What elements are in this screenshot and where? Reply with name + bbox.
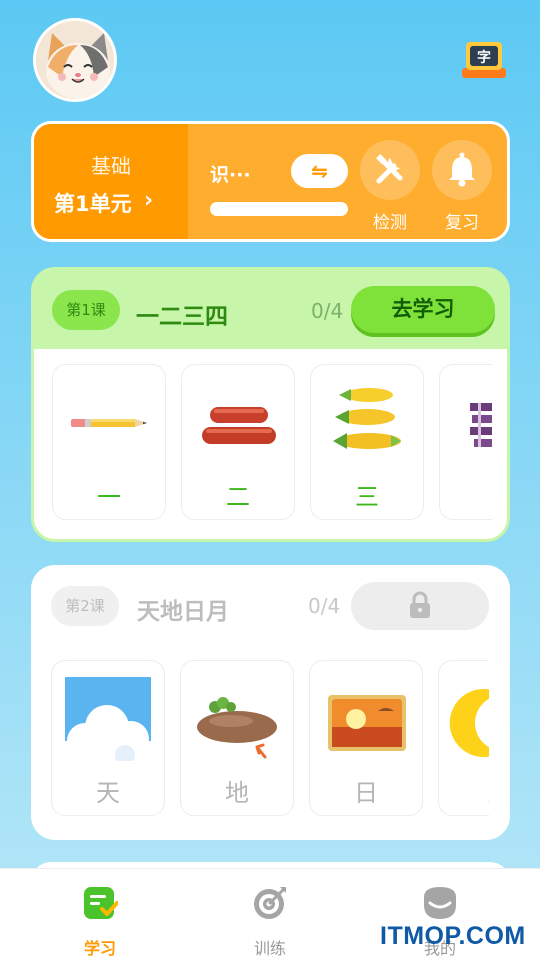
lesson-card-2: 第2课 天地日月 0/4 天 地 日	[31, 565, 510, 840]
tile-char: [	[440, 477, 492, 505]
sky-image	[65, 677, 151, 761]
lesson-badge: 第1课	[52, 290, 120, 330]
unit-level: 基础	[91, 154, 131, 178]
swap-button[interactable]: ⇋	[291, 154, 348, 188]
progress-label: 识···	[210, 164, 251, 186]
dictionary-char: 字	[477, 49, 491, 66]
target-icon	[254, 887, 286, 919]
tile-char: 日	[354, 779, 378, 807]
ground-image	[197, 697, 277, 759]
char-tile[interactable]: 三	[310, 364, 424, 520]
tile-char: 天	[96, 779, 120, 807]
lock-icon	[410, 591, 430, 618]
tab-study[interactable]: 学习	[55, 883, 145, 958]
lesson-title: 天地日月	[137, 599, 229, 625]
avatar[interactable]	[33, 18, 117, 102]
tile-char: 丿	[439, 773, 489, 808]
lesson-count: 0/4	[311, 299, 344, 323]
lesson-title: 一二三四	[136, 304, 228, 330]
tile-char: 二	[226, 483, 250, 511]
lesson-count: 0/4	[308, 594, 341, 618]
bell-icon	[449, 152, 475, 187]
moon-image	[449, 689, 489, 757]
watermark: ITMOP.COM	[380, 922, 526, 950]
tab-training[interactable]: 训练	[225, 883, 315, 958]
dictionary-icon: 字	[462, 42, 506, 78]
lesson-badge: 第2课	[51, 586, 119, 626]
cat-avatar-icon	[36, 21, 114, 99]
tile-char: 三	[355, 483, 379, 511]
sugarcane-image	[470, 403, 492, 447]
study-icon	[84, 887, 118, 919]
corn-image	[333, 388, 401, 449]
test-label: 检测	[373, 213, 407, 233]
lesson-tiles: 一 二 三	[52, 364, 492, 520]
char-tile[interactable]: 天	[51, 660, 165, 816]
sunset-image	[328, 695, 406, 751]
unit-selector[interactable]: 基础 第1单元 ›	[34, 124, 188, 239]
review-label: 复习	[445, 213, 479, 233]
char-tile[interactable]: 日	[309, 660, 423, 816]
profile-icon	[424, 887, 456, 919]
char-tile[interactable]: [	[439, 364, 492, 520]
char-tile[interactable]: 丿	[438, 660, 489, 816]
char-tile[interactable]: 一	[52, 364, 166, 520]
tools-icon	[376, 154, 403, 184]
lesson-card-1: 第1课 一二三四 0/4 去学习 一 二 三	[31, 267, 510, 542]
unit-name: 第1单元	[54, 192, 132, 216]
char-tile[interactable]: 地	[180, 660, 294, 816]
unit-banner: 基础 第1单元 › 识··· ⇋ 检测 复习	[31, 121, 510, 242]
tile-char: 地	[225, 779, 249, 807]
sausages-image	[202, 407, 276, 444]
dictionary-button[interactable]: 字	[460, 40, 508, 82]
locked-button[interactable]	[351, 582, 489, 630]
tab-label: 训练	[253, 939, 286, 958]
tile-char: 一	[97, 483, 121, 511]
pencil-image	[71, 419, 147, 427]
test-button[interactable]	[360, 140, 420, 200]
tab-label: 学习	[83, 939, 116, 958]
review-button[interactable]	[432, 140, 492, 200]
start-learning-button[interactable]: 去学习	[351, 286, 495, 333]
lesson-tiles: 天 地 日	[49, 660, 489, 816]
chevron-right-icon: ›	[144, 188, 154, 213]
char-tile[interactable]: 二	[181, 364, 295, 520]
progress-bar	[210, 202, 348, 216]
